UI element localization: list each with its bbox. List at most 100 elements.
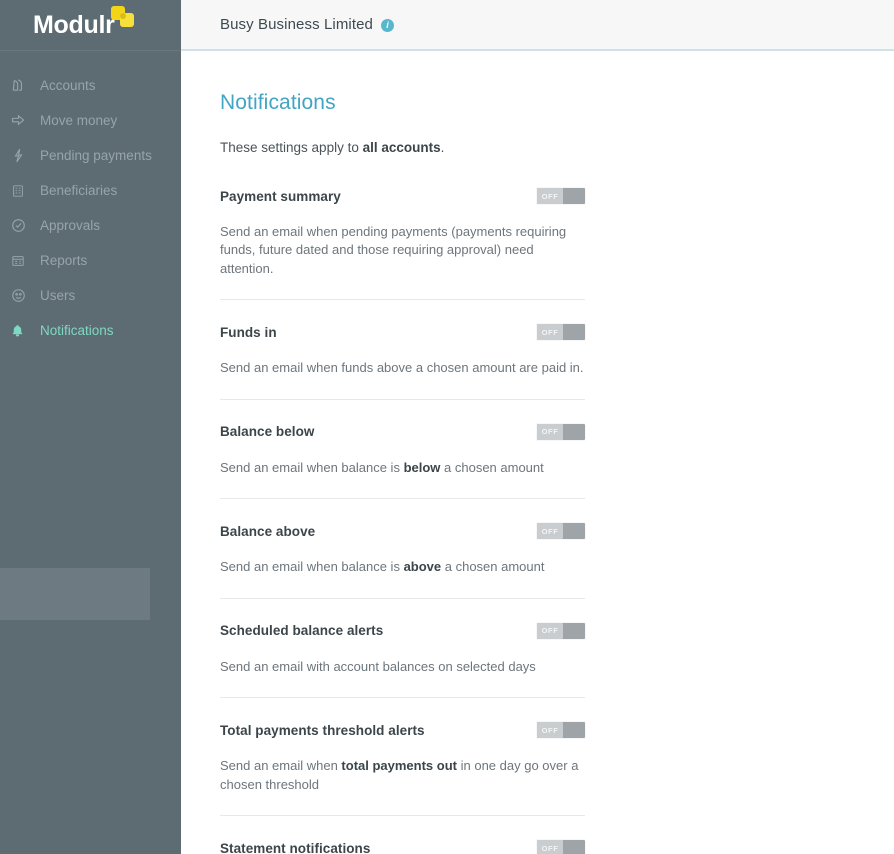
sidebar-item-label: Notifications bbox=[40, 323, 114, 338]
notification-setting-row: Funds in OFF Send an email when funds abov… bbox=[220, 322, 585, 377]
intro-suffix: . bbox=[440, 140, 445, 155]
sidebar-item-label: Pending payments bbox=[40, 148, 152, 163]
setting-description: Send an email when balance is below a ch… bbox=[220, 459, 585, 477]
notification-setting-row: Payment summary OFF Send an email when pen… bbox=[220, 186, 585, 278]
description-text: Send an email when balance is bbox=[220, 559, 404, 575]
sidebar-item-reports[interactable]: Reports bbox=[0, 243, 181, 278]
toggle-knob-label: OFF bbox=[537, 423, 563, 440]
description-text: Send an email when pending payments (pay… bbox=[220, 224, 567, 276]
setting-divider bbox=[220, 398, 585, 400]
setting-description: Send an email when pending payments (pay… bbox=[220, 223, 585, 278]
sidebar-item-label: Reports bbox=[40, 253, 88, 268]
setting-header: Payment summary OFF bbox=[220, 186, 585, 206]
setting-description: Send an email when balance is above a ch… bbox=[220, 558, 585, 576]
setting-title: Balance above bbox=[220, 523, 316, 539]
toggle-knob-label: OFF bbox=[537, 722, 563, 739]
description-text: a chosen amount bbox=[440, 459, 544, 475]
sidebar-item-approvals[interactable]: Approvals bbox=[0, 208, 181, 243]
sidebar: Modulr Accounts Move money Pending payment… bbox=[0, 0, 181, 854]
info-circle-icon[interactable]: i bbox=[381, 19, 395, 32]
app-root: Modulr Accounts Move money Pending payment… bbox=[0, 0, 894, 854]
description-text: Send an email when funds above a chosen … bbox=[220, 360, 584, 376]
intro-bold: all accounts bbox=[362, 140, 441, 155]
intro-prefix: These settings apply to bbox=[220, 140, 363, 155]
setting-divider bbox=[220, 815, 585, 817]
sidebar-item-label: Accounts bbox=[40, 78, 96, 93]
setting-title: Statement notifications bbox=[220, 840, 371, 854]
users-icon bbox=[10, 286, 38, 306]
notifications-panel: Notifications These settings apply to al… bbox=[181, 51, 894, 854]
setting-title: Payment summary bbox=[220, 188, 341, 204]
main-content: Busy Business Limited i Notifications Th… bbox=[181, 0, 894, 854]
sidebar-nav: Accounts Move money Pending payments Benefi… bbox=[0, 51, 181, 348]
setting-header: Balance above OFF bbox=[220, 521, 585, 541]
setting-toggle-switch[interactable]: OFF bbox=[537, 324, 585, 341]
setting-header: Statement notifications OFF bbox=[220, 838, 585, 854]
toggle-knob-label: OFF bbox=[537, 523, 563, 540]
setting-title: Balance below bbox=[220, 424, 315, 440]
notification-setting-row: Total payments threshold alerts OFF Send a… bbox=[220, 720, 585, 794]
setting-divider bbox=[220, 597, 585, 599]
sidebar-item-label: Approvals bbox=[40, 218, 101, 233]
description-emphasis: above bbox=[403, 559, 442, 575]
notification-setting-row: Statement notifications OFF bbox=[220, 838, 585, 854]
setting-title: Funds in bbox=[220, 324, 277, 340]
setting-description: Send an email with account balances on s… bbox=[220, 658, 585, 676]
setting-toggle-switch[interactable]: OFF bbox=[537, 840, 585, 854]
setting-toggle-switch[interactable]: OFF bbox=[537, 423, 585, 440]
description-text: Send an email when bbox=[220, 758, 342, 774]
setting-divider bbox=[220, 498, 585, 500]
notification-setting-row: Balance below OFF Send an email when balan… bbox=[220, 422, 585, 477]
lightning-bolt-icon bbox=[10, 146, 38, 166]
setting-toggle-switch[interactable]: OFF bbox=[537, 188, 585, 204]
setting-header: Funds in OFF bbox=[220, 322, 585, 342]
sidebar-item-move-money[interactable]: Move money bbox=[0, 103, 181, 138]
modulr-squares-logo-icon bbox=[111, 6, 137, 28]
setting-description: Send an email when total payments out in… bbox=[220, 757, 585, 794]
top-bar: Busy Business Limited i bbox=[181, 0, 894, 51]
notification-setting-row: Balance above OFF Send an email when balan… bbox=[220, 521, 585, 576]
notification-setting-row: Scheduled balance alerts OFF Send an emai… bbox=[220, 621, 585, 676]
settings-list: Payment summary OFF Send an email when pen… bbox=[220, 186, 585, 854]
setting-toggle-switch[interactable]: OFF bbox=[537, 722, 585, 739]
description-text: Send an email when balance is bbox=[220, 459, 404, 475]
sidebar-item-accounts[interactable]: Accounts bbox=[0, 68, 181, 103]
page-title: Notifications bbox=[220, 91, 336, 114]
setting-header: Total payments threshold alerts OFF bbox=[220, 720, 585, 740]
intro-text: These settings apply to all accounts. bbox=[220, 140, 894, 155]
description-text: Send an email with account balances on s… bbox=[220, 658, 536, 674]
brand-logo[interactable]: Modulr bbox=[0, 0, 181, 51]
sidebar-item-label: Move money bbox=[40, 113, 118, 128]
building-icon bbox=[10, 181, 38, 201]
organisation-name: Busy Business Limited bbox=[220, 16, 374, 33]
bell-icon bbox=[10, 321, 38, 341]
setting-divider bbox=[220, 697, 585, 699]
setting-toggle-switch[interactable]: OFF bbox=[537, 523, 585, 540]
setting-description: Send an email when funds above a chosen … bbox=[220, 359, 585, 377]
toggle-knob-label: OFF bbox=[537, 324, 563, 341]
toggle-knob-label: OFF bbox=[537, 622, 563, 639]
sidebar-item-pending-payments[interactable]: Pending payments bbox=[0, 138, 181, 173]
setting-divider bbox=[220, 299, 585, 301]
setting-title: Scheduled balance alerts bbox=[220, 623, 384, 639]
description-emphasis: total payments out bbox=[341, 758, 457, 774]
calendar-report-icon bbox=[10, 251, 38, 271]
accounts-icon bbox=[10, 76, 38, 96]
brand-name: Modulr bbox=[33, 10, 115, 39]
setting-header: Balance below OFF bbox=[220, 422, 585, 442]
sidebar-item-label: Users bbox=[40, 288, 76, 303]
sidebar-item-notifications[interactable]: Notifications bbox=[0, 313, 181, 348]
toggle-knob-label: OFF bbox=[537, 840, 563, 854]
setting-toggle-switch[interactable]: OFF bbox=[537, 622, 585, 639]
check-circle-icon bbox=[10, 216, 38, 236]
sidebar-item-users[interactable]: Users bbox=[0, 278, 181, 313]
description-emphasis: below bbox=[403, 459, 441, 475]
arrow-right-icon bbox=[10, 111, 38, 131]
setting-title: Total payments threshold alerts bbox=[220, 722, 425, 738]
sidebar-item-beneficiaries[interactable]: Beneficiaries bbox=[0, 173, 181, 208]
sidebar-item-label: Beneficiaries bbox=[40, 183, 118, 198]
description-text: a chosen amount bbox=[441, 559, 545, 575]
toggle-knob-label: OFF bbox=[537, 188, 563, 204]
setting-header: Scheduled balance alerts OFF bbox=[220, 621, 585, 641]
sidebar-highlight-region bbox=[0, 568, 150, 620]
